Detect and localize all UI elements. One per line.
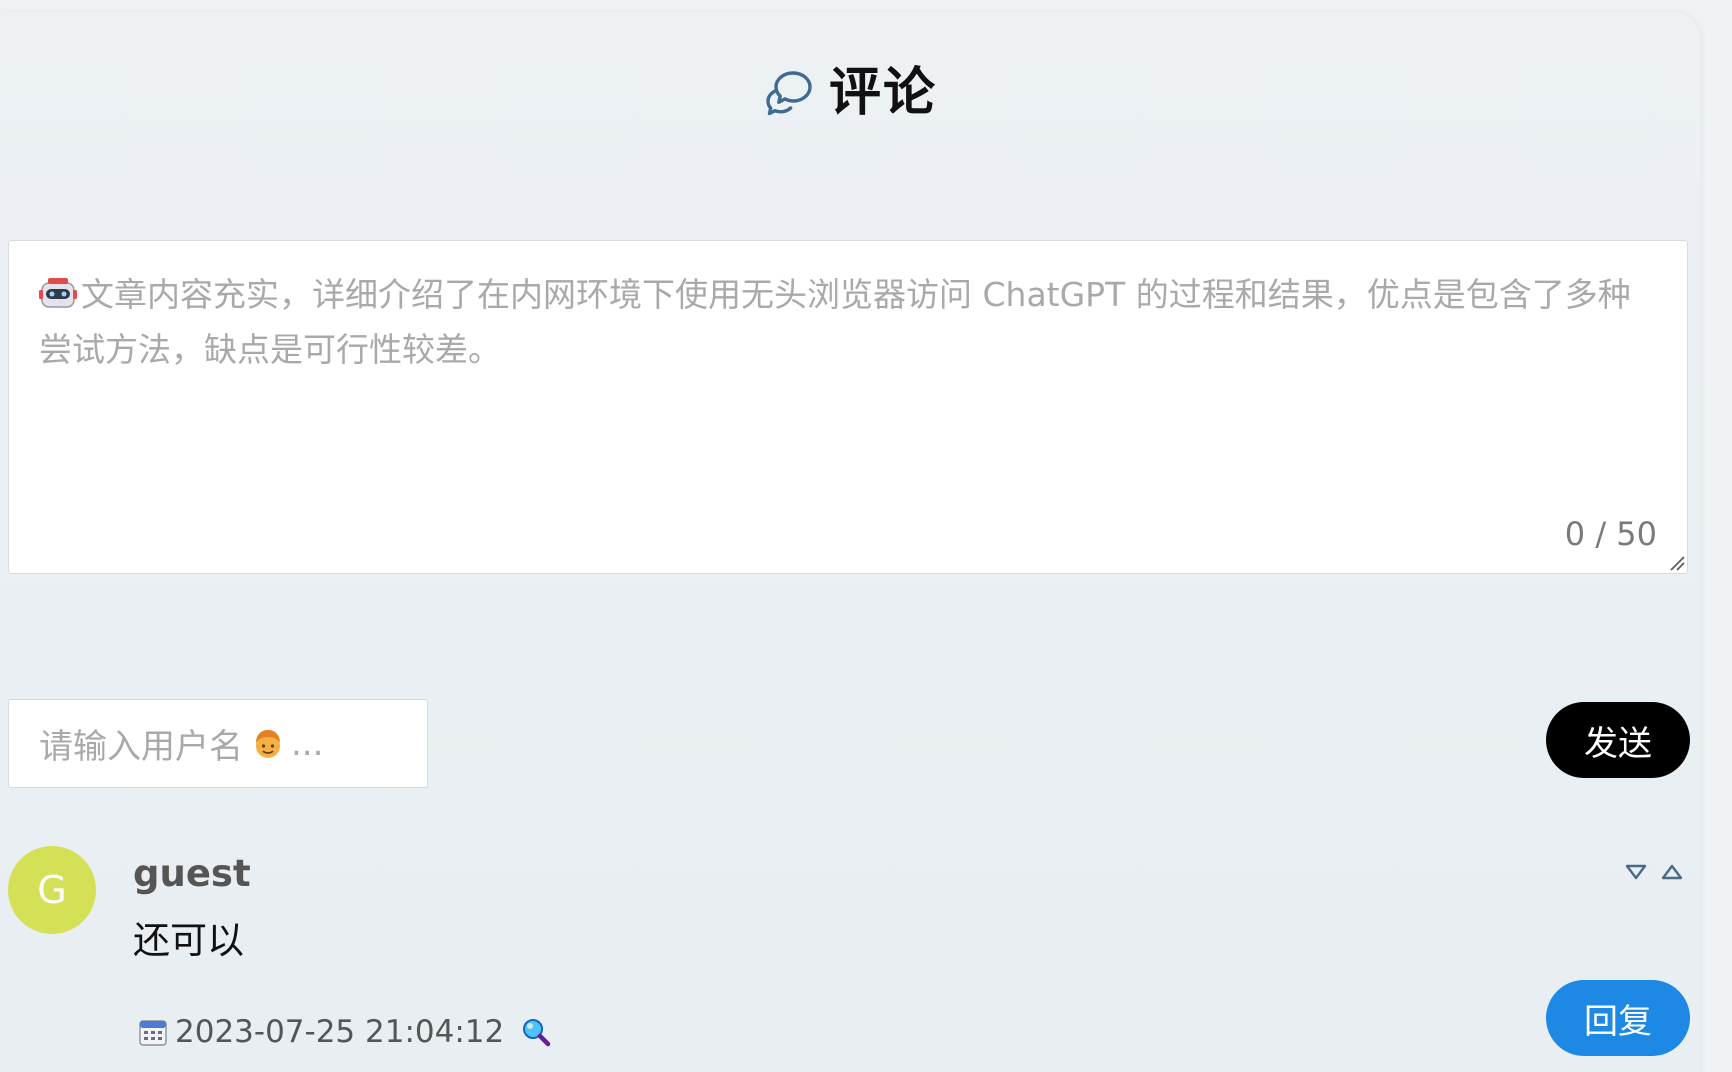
send-button[interactable]: 发送 xyxy=(1546,702,1690,778)
comment-text: 还可以 xyxy=(133,919,244,962)
comment-header: 评论 xyxy=(0,67,1700,119)
magnifier-icon xyxy=(523,1019,551,1047)
username-placeholder-suffix: ... xyxy=(291,723,324,764)
comment-placeholder: 文章内容充实，详细介绍了在内网环境下使用无头浏览器访问 ChatGPT 的过程和… xyxy=(39,267,1647,377)
person-face-icon xyxy=(256,729,280,758)
avatar-letter: G xyxy=(37,868,67,912)
comment-author: guest xyxy=(133,852,251,895)
comment-date: 2023-07-25 21:04:12 xyxy=(175,1014,505,1050)
comment-meta: 2023-07-25 21:04:12 xyxy=(137,1014,552,1050)
robot-icon xyxy=(39,278,77,308)
reply-button[interactable]: 回复 xyxy=(1546,980,1690,1056)
comment-panel: 评论 文章内容充实，详细介绍了在内网环境下使用无头浏览器访问 ChatGPT 的… xyxy=(0,12,1700,1072)
username-input[interactable]: 请输入用户名 ... xyxy=(8,699,428,788)
avatar: G xyxy=(8,846,96,934)
vote-up-icon[interactable] xyxy=(1660,862,1684,882)
comment-placeholder-text: 文章内容充实，详细介绍了在内网环境下使用无头浏览器访问 ChatGPT 的过程和… xyxy=(39,275,1631,369)
calendar-icon xyxy=(139,1020,167,1046)
vote-down-icon[interactable] xyxy=(1624,862,1648,882)
resize-handle-icon[interactable] xyxy=(1667,553,1685,571)
chat-bubbles-icon xyxy=(766,71,812,116)
char-counter: 0 / 50 xyxy=(1564,515,1657,553)
page-title: 评论 xyxy=(828,63,937,123)
comment-textarea[interactable]: 文章内容充实，详细介绍了在内网环境下使用无头浏览器访问 ChatGPT 的过程和… xyxy=(8,240,1688,574)
username-placeholder: 请输入用户名 xyxy=(39,727,243,767)
